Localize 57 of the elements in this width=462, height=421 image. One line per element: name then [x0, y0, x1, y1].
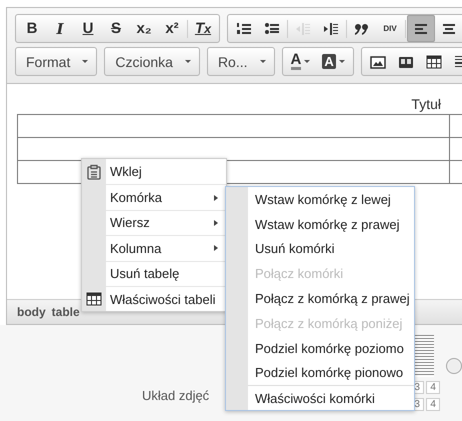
dropdown[interactable]: Czcionka [104, 47, 200, 76]
menu-item-label: Podziel komórkę pionowo [255, 365, 404, 380]
element-path-link[interactable]: body [17, 305, 46, 319]
dropdown[interactable]: Format [15, 47, 98, 76]
menu-item[interactable]: Wiersz [82, 210, 226, 236]
menu-item-label: Wklej [110, 164, 142, 180]
bullet-list-icon [264, 20, 280, 36]
toolbar-button[interactable] [407, 15, 435, 42]
underline-button[interactable]: U [74, 17, 102, 40]
menu-item-label: Usuń komórki [255, 241, 334, 256]
menu-item[interactable]: Kolumna [82, 235, 226, 261]
image-icon [370, 54, 386, 70]
menu-item[interactable]: Wstaw komórkę z prawej [226, 212, 414, 237]
clipboard-icon [86, 164, 102, 180]
superscript-button[interactable]: x² [158, 17, 186, 40]
menu-item[interactable]: Połącz z komórką z prawej [226, 286, 414, 311]
numbered-list-icon [236, 20, 252, 36]
menu-item-label: Połącz z komórką z prawej [255, 291, 410, 306]
italic-button[interactable]: I [46, 17, 74, 40]
submenu-arrow-icon [214, 194, 218, 201]
submenu-arrow-icon [214, 245, 218, 252]
dropdown[interactable]: Ro... [206, 47, 275, 76]
table-icon [426, 54, 442, 70]
menu-item[interactable]: Właściwości tabeli [82, 286, 226, 312]
radio-button[interactable] [446, 358, 462, 374]
subscript-button[interactable]: x₂ [130, 17, 158, 40]
table-icon [86, 290, 102, 307]
menu-item-label: Usuń tabelę [110, 266, 180, 282]
indent-icon [323, 20, 339, 36]
menu-item-label: Podziel komórkę poziomo [255, 340, 404, 356]
menu-item-label: Kolumna [110, 240, 162, 256]
menu-item[interactable]: Usuń komórki [226, 236, 414, 262]
menu-item[interactable]: Komórka [82, 184, 226, 210]
element-path-link[interactable]: table [52, 305, 80, 319]
menu-item-label: Połącz komórki [255, 266, 344, 282]
outdent-icon [295, 20, 311, 36]
menu-item[interactable]: Właściwości komórki [226, 385, 414, 410]
menu-item-label: Właściwości tabeli [110, 292, 216, 307]
menu-item-label: Komórka [110, 190, 162, 206]
menu-item[interactable]: Wstaw komórkę z lewej [226, 187, 414, 212]
menu-item[interactable]: Podziel komórkę poziomo [226, 336, 414, 361]
menu-item[interactable]: Usuń tabelę [82, 260, 226, 286]
table-caption: Tytuł [410, 96, 442, 112]
text-color-button[interactable]: A [284, 50, 316, 73]
submenu-arrow-icon [214, 220, 218, 226]
menu-item-label: Połącz z komórką poniżej [255, 316, 402, 331]
menu-item-label: Właściwości komórki [255, 390, 375, 406]
strikethrough-button[interactable]: S [102, 17, 130, 40]
menu-item-label: Wiersz [110, 215, 150, 230]
menu-item-label: Wstaw komórkę z lewej [255, 192, 391, 207]
thumbnail-number: 4 [426, 398, 440, 411]
div-button[interactable]: DIV [376, 17, 404, 40]
field-label: Układ zdjęć [140, 387, 210, 405]
menu-item-label: Wstaw komórkę z prawej [255, 216, 400, 232]
background-color-button[interactable]: A [316, 50, 351, 73]
bold-button[interactable]: B [18, 17, 46, 40]
thumbnail-number: 4 [426, 381, 440, 394]
